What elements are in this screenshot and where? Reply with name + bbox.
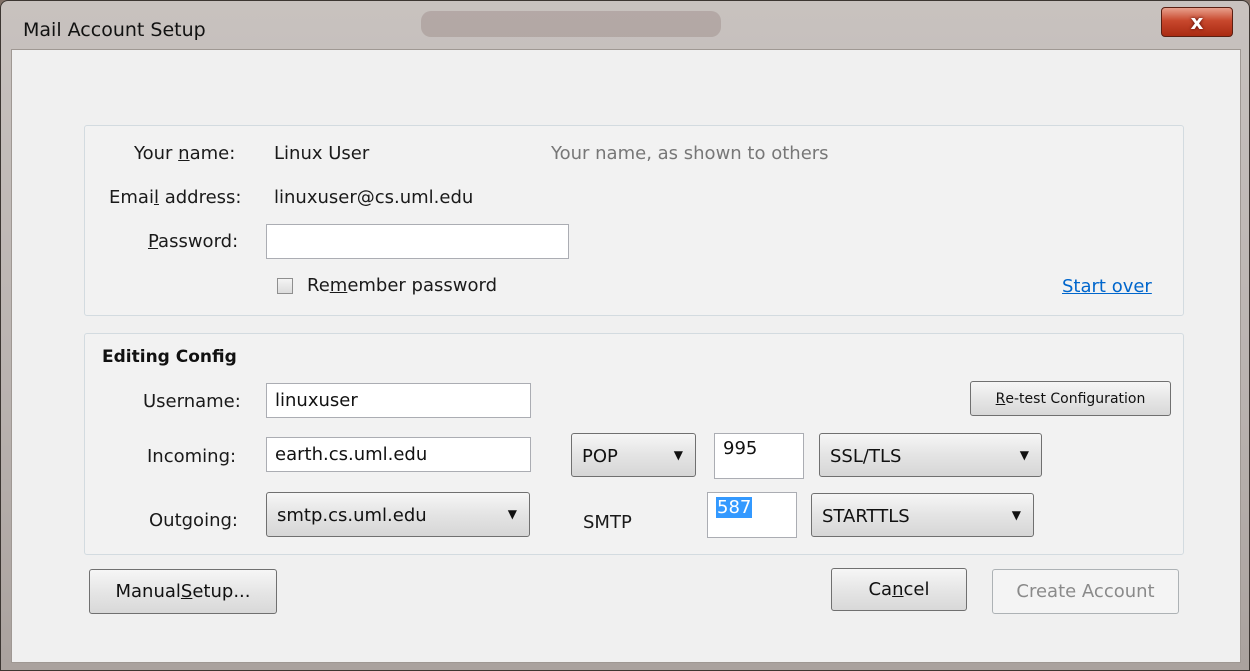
outgoing-server-value: smtp.cs.uml.edu bbox=[277, 505, 427, 526]
outgoing-security-value: STARTTLS bbox=[822, 506, 910, 527]
username-label: Username: bbox=[143, 391, 241, 412]
editing-config-heading: Editing Config bbox=[102, 347, 237, 367]
create-account-button[interactable]: Create Account bbox=[992, 569, 1179, 614]
incoming-port-input[interactable]: 995 bbox=[714, 433, 804, 479]
incoming-server-input[interactable]: earth.cs.uml.edu bbox=[266, 437, 531, 472]
your-name-value[interactable]: Linux User bbox=[274, 143, 369, 164]
outgoing-protocol-label: SMTP bbox=[583, 512, 632, 533]
manual-setup-button[interactable]: Manual Setup... bbox=[89, 569, 277, 614]
close-icon: x bbox=[1190, 10, 1204, 34]
close-button[interactable]: x bbox=[1161, 7, 1233, 37]
dialog-window: Mail Account Setup x Your name: Linux Us… bbox=[0, 0, 1250, 671]
retest-configuration-button[interactable]: Re-test Configuration bbox=[970, 381, 1171, 416]
incoming-protocol-value: POP bbox=[582, 446, 618, 467]
incoming-security-select[interactable]: SSL/TLS ▼ bbox=[819, 433, 1042, 477]
remember-password-checkbox[interactable] bbox=[277, 278, 293, 294]
outgoing-server-select[interactable]: smtp.cs.uml.edu ▼ bbox=[266, 492, 530, 537]
incoming-protocol-select[interactable]: POP ▼ bbox=[571, 433, 696, 477]
email-address-value[interactable]: linuxuser@cs.uml.edu bbox=[274, 187, 473, 208]
outgoing-security-select[interactable]: STARTTLS ▼ bbox=[811, 493, 1034, 537]
dialog-content: Your name: Linux User Your name, as show… bbox=[11, 49, 1241, 663]
title-bar-background bbox=[421, 11, 721, 37]
start-over-link[interactable]: Start over bbox=[1062, 276, 1152, 297]
remember-password-label[interactable]: Remember password bbox=[307, 275, 497, 296]
cancel-button[interactable]: Ca n cel bbox=[831, 568, 967, 611]
title-bar[interactable]: Mail Account Setup x bbox=[1, 1, 1249, 49]
outgoing-label: Outgoing: bbox=[149, 510, 238, 531]
username-input[interactable]: linuxuser bbox=[266, 383, 531, 418]
outgoing-port-input[interactable]: 587 bbox=[707, 492, 797, 538]
window-title: Mail Account Setup bbox=[23, 19, 206, 41]
outgoing-port-value: 587 bbox=[716, 497, 753, 518]
password-label: Password: bbox=[148, 231, 239, 252]
incoming-security-value: SSL/TLS bbox=[830, 446, 902, 467]
your-name-hint: Your name, as shown to others bbox=[551, 143, 829, 164]
your-name-label: Your name: bbox=[134, 143, 236, 164]
incoming-label: Incoming: bbox=[147, 446, 237, 467]
chevron-down-icon: ▼ bbox=[1019, 448, 1029, 462]
password-input[interactable] bbox=[266, 224, 569, 259]
chevron-down-icon: ▼ bbox=[507, 507, 517, 521]
chevron-down-icon: ▼ bbox=[1011, 508, 1021, 522]
email-address-label: Email address: bbox=[109, 187, 242, 208]
chevron-down-icon: ▼ bbox=[673, 448, 683, 462]
